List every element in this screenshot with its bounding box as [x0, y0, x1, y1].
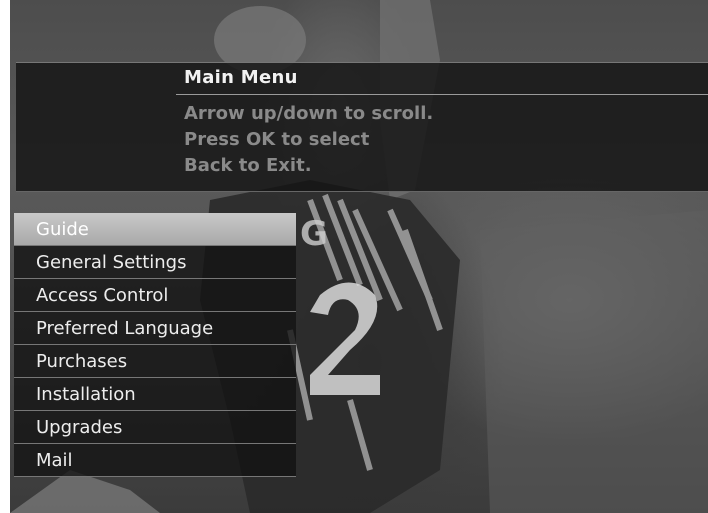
- menu-item-general-settings[interactable]: General Settings: [14, 246, 296, 279]
- tv-screen: G Main Menu Arrow up/down to scroll. Pre…: [10, 0, 708, 513]
- menu-title: Main Menu: [184, 67, 298, 88]
- instruction-exit: Back to Exit.: [184, 155, 312, 176]
- instruction-select: Press OK to select: [184, 129, 370, 150]
- menu-item-preferred-language[interactable]: Preferred Language: [14, 312, 296, 345]
- menu-item-purchases[interactable]: Purchases: [14, 345, 296, 378]
- menu-item-guide[interactable]: Guide: [14, 213, 296, 246]
- info-panel: Main Menu Arrow up/down to scroll. Press…: [16, 62, 708, 192]
- menu-item-installation[interactable]: Installation: [14, 378, 296, 411]
- instruction-scroll: Arrow up/down to scroll.: [184, 103, 434, 124]
- title-divider: [176, 94, 708, 95]
- svg-text:G: G: [300, 214, 328, 254]
- instructions: Arrow up/down to scroll. Press OK to sel…: [184, 101, 433, 179]
- main-menu-list: Guide General Settings Access Control Pr…: [14, 213, 296, 477]
- menu-item-mail[interactable]: Mail: [14, 444, 296, 477]
- menu-item-upgrades[interactable]: Upgrades: [14, 411, 296, 444]
- menu-item-access-control[interactable]: Access Control: [14, 279, 296, 312]
